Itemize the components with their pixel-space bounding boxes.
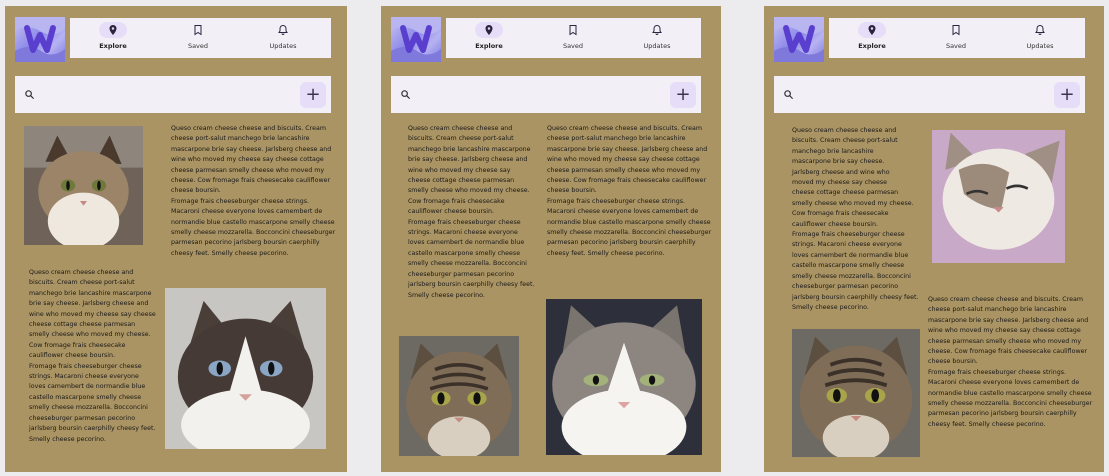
- nav-item-updates[interactable]: Updates: [622, 18, 692, 58]
- nav-label-explore: Explore: [475, 42, 503, 50]
- add-button[interactable]: +: [300, 82, 326, 108]
- cat-photo: [792, 329, 920, 457]
- cat-photo: [165, 288, 326, 449]
- search-bar[interactable]: +: [391, 76, 701, 113]
- nav-label-updates: Updates: [269, 42, 297, 50]
- add-button[interactable]: +: [1054, 82, 1080, 108]
- nav-label-updates: Updates: [643, 42, 671, 50]
- bell-icon: [643, 22, 671, 38]
- cat-photo: [24, 126, 143, 245]
- cat-photo: [932, 130, 1065, 263]
- nav-item-updates[interactable]: Updates: [248, 18, 318, 58]
- article-text: Queso cream cheese cheese and biscuits. …: [547, 125, 712, 257]
- nav-item-explore[interactable]: Explore: [454, 18, 524, 58]
- article-text: Queso cream cheese cheese and biscuits. …: [928, 296, 1093, 428]
- search-icon: [24, 89, 35, 100]
- nav-item-saved[interactable]: Saved: [163, 18, 233, 58]
- location-pin-icon: [99, 22, 127, 38]
- nav-label-saved: Saved: [945, 42, 967, 50]
- nav-bar: Explore Saved Updates: [829, 18, 1085, 58]
- feed-panel-1: Explore Saved Updates + Queso cream chee…: [5, 6, 347, 472]
- nav-label-updates: Updates: [1026, 42, 1054, 50]
- search-bar[interactable]: +: [15, 76, 331, 113]
- bookmark-icon: [942, 22, 970, 38]
- nav-label-saved: Saved: [187, 42, 209, 50]
- bell-icon: [1026, 22, 1054, 38]
- search-icon: [400, 89, 411, 100]
- w-logo[interactable]: [774, 17, 824, 62]
- feed-panel-2: Explore Saved Updates + Queso cream chee…: [381, 6, 721, 472]
- nav-label-saved: Saved: [562, 42, 584, 50]
- nav-label-explore: Explore: [99, 42, 127, 50]
- article-text: Queso cream cheese cheese and biscuits. …: [792, 127, 919, 311]
- cat-photo: [399, 336, 519, 456]
- search-bar[interactable]: +: [774, 76, 1085, 113]
- w-logo[interactable]: [15, 17, 65, 62]
- w-logo[interactable]: [391, 17, 441, 62]
- nav-bar: Explore Saved Updates: [446, 18, 701, 58]
- nav-item-updates[interactable]: Updates: [1005, 18, 1075, 58]
- article-text: Queso cream cheese cheese and biscuits. …: [29, 269, 156, 443]
- bookmark-icon: [184, 22, 212, 38]
- bell-icon: [269, 22, 297, 38]
- bookmark-icon: [559, 22, 587, 38]
- location-pin-icon: [475, 22, 503, 38]
- nav-bar: Explore Saved Updates: [70, 18, 331, 58]
- search-icon: [783, 89, 794, 100]
- location-pin-icon: [858, 22, 886, 38]
- cat-photo: [546, 299, 702, 455]
- nav-label-explore: Explore: [858, 42, 886, 50]
- add-button[interactable]: +: [670, 82, 696, 108]
- feed-panel-3: Explore Saved Updates + Queso cream chee…: [764, 6, 1104, 472]
- nav-item-explore[interactable]: Explore: [837, 18, 907, 58]
- article-text: Queso cream cheese cheese and biscuits. …: [408, 125, 535, 299]
- nav-item-saved[interactable]: Saved: [921, 18, 991, 58]
- nav-item-saved[interactable]: Saved: [538, 18, 608, 58]
- nav-item-explore[interactable]: Explore: [78, 18, 148, 58]
- article-text: Queso cream cheese cheese and biscuits. …: [171, 125, 336, 257]
